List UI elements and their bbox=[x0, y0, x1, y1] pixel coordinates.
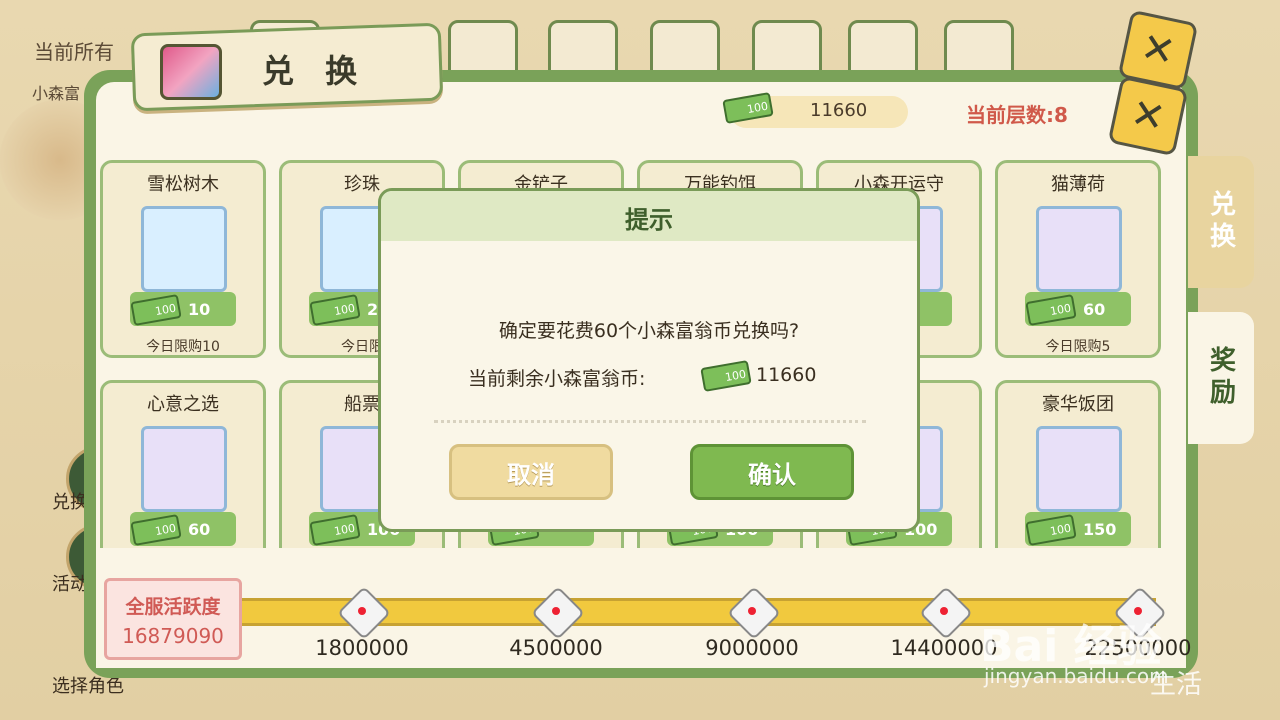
dialog-title: 提示 bbox=[625, 206, 673, 234]
coin-balance: 11660 bbox=[810, 100, 868, 121]
bg-subtitle: 小森富 bbox=[32, 84, 81, 103]
dialog-message: 确定要花费60个小森富翁币兑换吗? bbox=[498, 320, 800, 342]
watermark-side: 生活 bbox=[1150, 670, 1203, 700]
side-exchange-label: 兑换 bbox=[52, 492, 88, 513]
gift-box-icon bbox=[160, 44, 222, 100]
item-price: 60 bbox=[1083, 300, 1106, 319]
item-limit: 今日限购5 bbox=[1045, 339, 1111, 355]
tab-exchange[interactable]: 兑换 bbox=[1188, 156, 1254, 288]
item-name: 猫薄荷 bbox=[1051, 174, 1105, 195]
dice-dot bbox=[358, 607, 366, 615]
floor-level: 当前层数:8 bbox=[966, 103, 1068, 127]
catnip-icon bbox=[1036, 206, 1122, 292]
item-price: 10 bbox=[188, 300, 211, 319]
dice-dot bbox=[940, 607, 948, 615]
milestone-value: 9000000 bbox=[705, 636, 799, 660]
dice-dot bbox=[552, 607, 560, 615]
milestone-value: 4500000 bbox=[509, 636, 603, 660]
dialog-remain-value: 11660 bbox=[756, 364, 817, 386]
onigiri-icon bbox=[1036, 426, 1122, 512]
close-button[interactable]: ✕ bbox=[1107, 75, 1189, 157]
dice-dot bbox=[748, 607, 756, 615]
item-limit: 今日限购10 bbox=[146, 339, 220, 355]
page-title: 兑 换 bbox=[262, 52, 368, 90]
item-name: 豪华饭团 bbox=[1042, 394, 1114, 415]
item-name: 雪松树木 bbox=[147, 174, 219, 195]
log-icon bbox=[141, 206, 227, 292]
item-price: 60 bbox=[188, 520, 211, 539]
watermark-url: jingyan.baidu.com bbox=[984, 664, 1169, 688]
item-price: 150 bbox=[1083, 520, 1117, 539]
activity-total: 16879090 bbox=[122, 624, 224, 648]
bg-title: 当前所有 bbox=[34, 40, 114, 64]
confirm-button[interactable]: 确认 bbox=[690, 444, 854, 500]
cancel-button[interactable]: 取消 bbox=[449, 444, 613, 500]
activity-title: 全服活跃度 bbox=[125, 596, 221, 618]
bouquet-icon bbox=[141, 426, 227, 512]
milestone-value: 1800000 bbox=[315, 636, 409, 660]
dialog-divider bbox=[434, 420, 866, 423]
item-name: 心意之选 bbox=[147, 394, 219, 415]
tab-reward[interactable]: 奖励 bbox=[1188, 312, 1254, 444]
dialog-remain-label: 当前剩余小森富翁币: bbox=[468, 368, 646, 390]
side-activity-label: 活动 bbox=[52, 574, 88, 595]
